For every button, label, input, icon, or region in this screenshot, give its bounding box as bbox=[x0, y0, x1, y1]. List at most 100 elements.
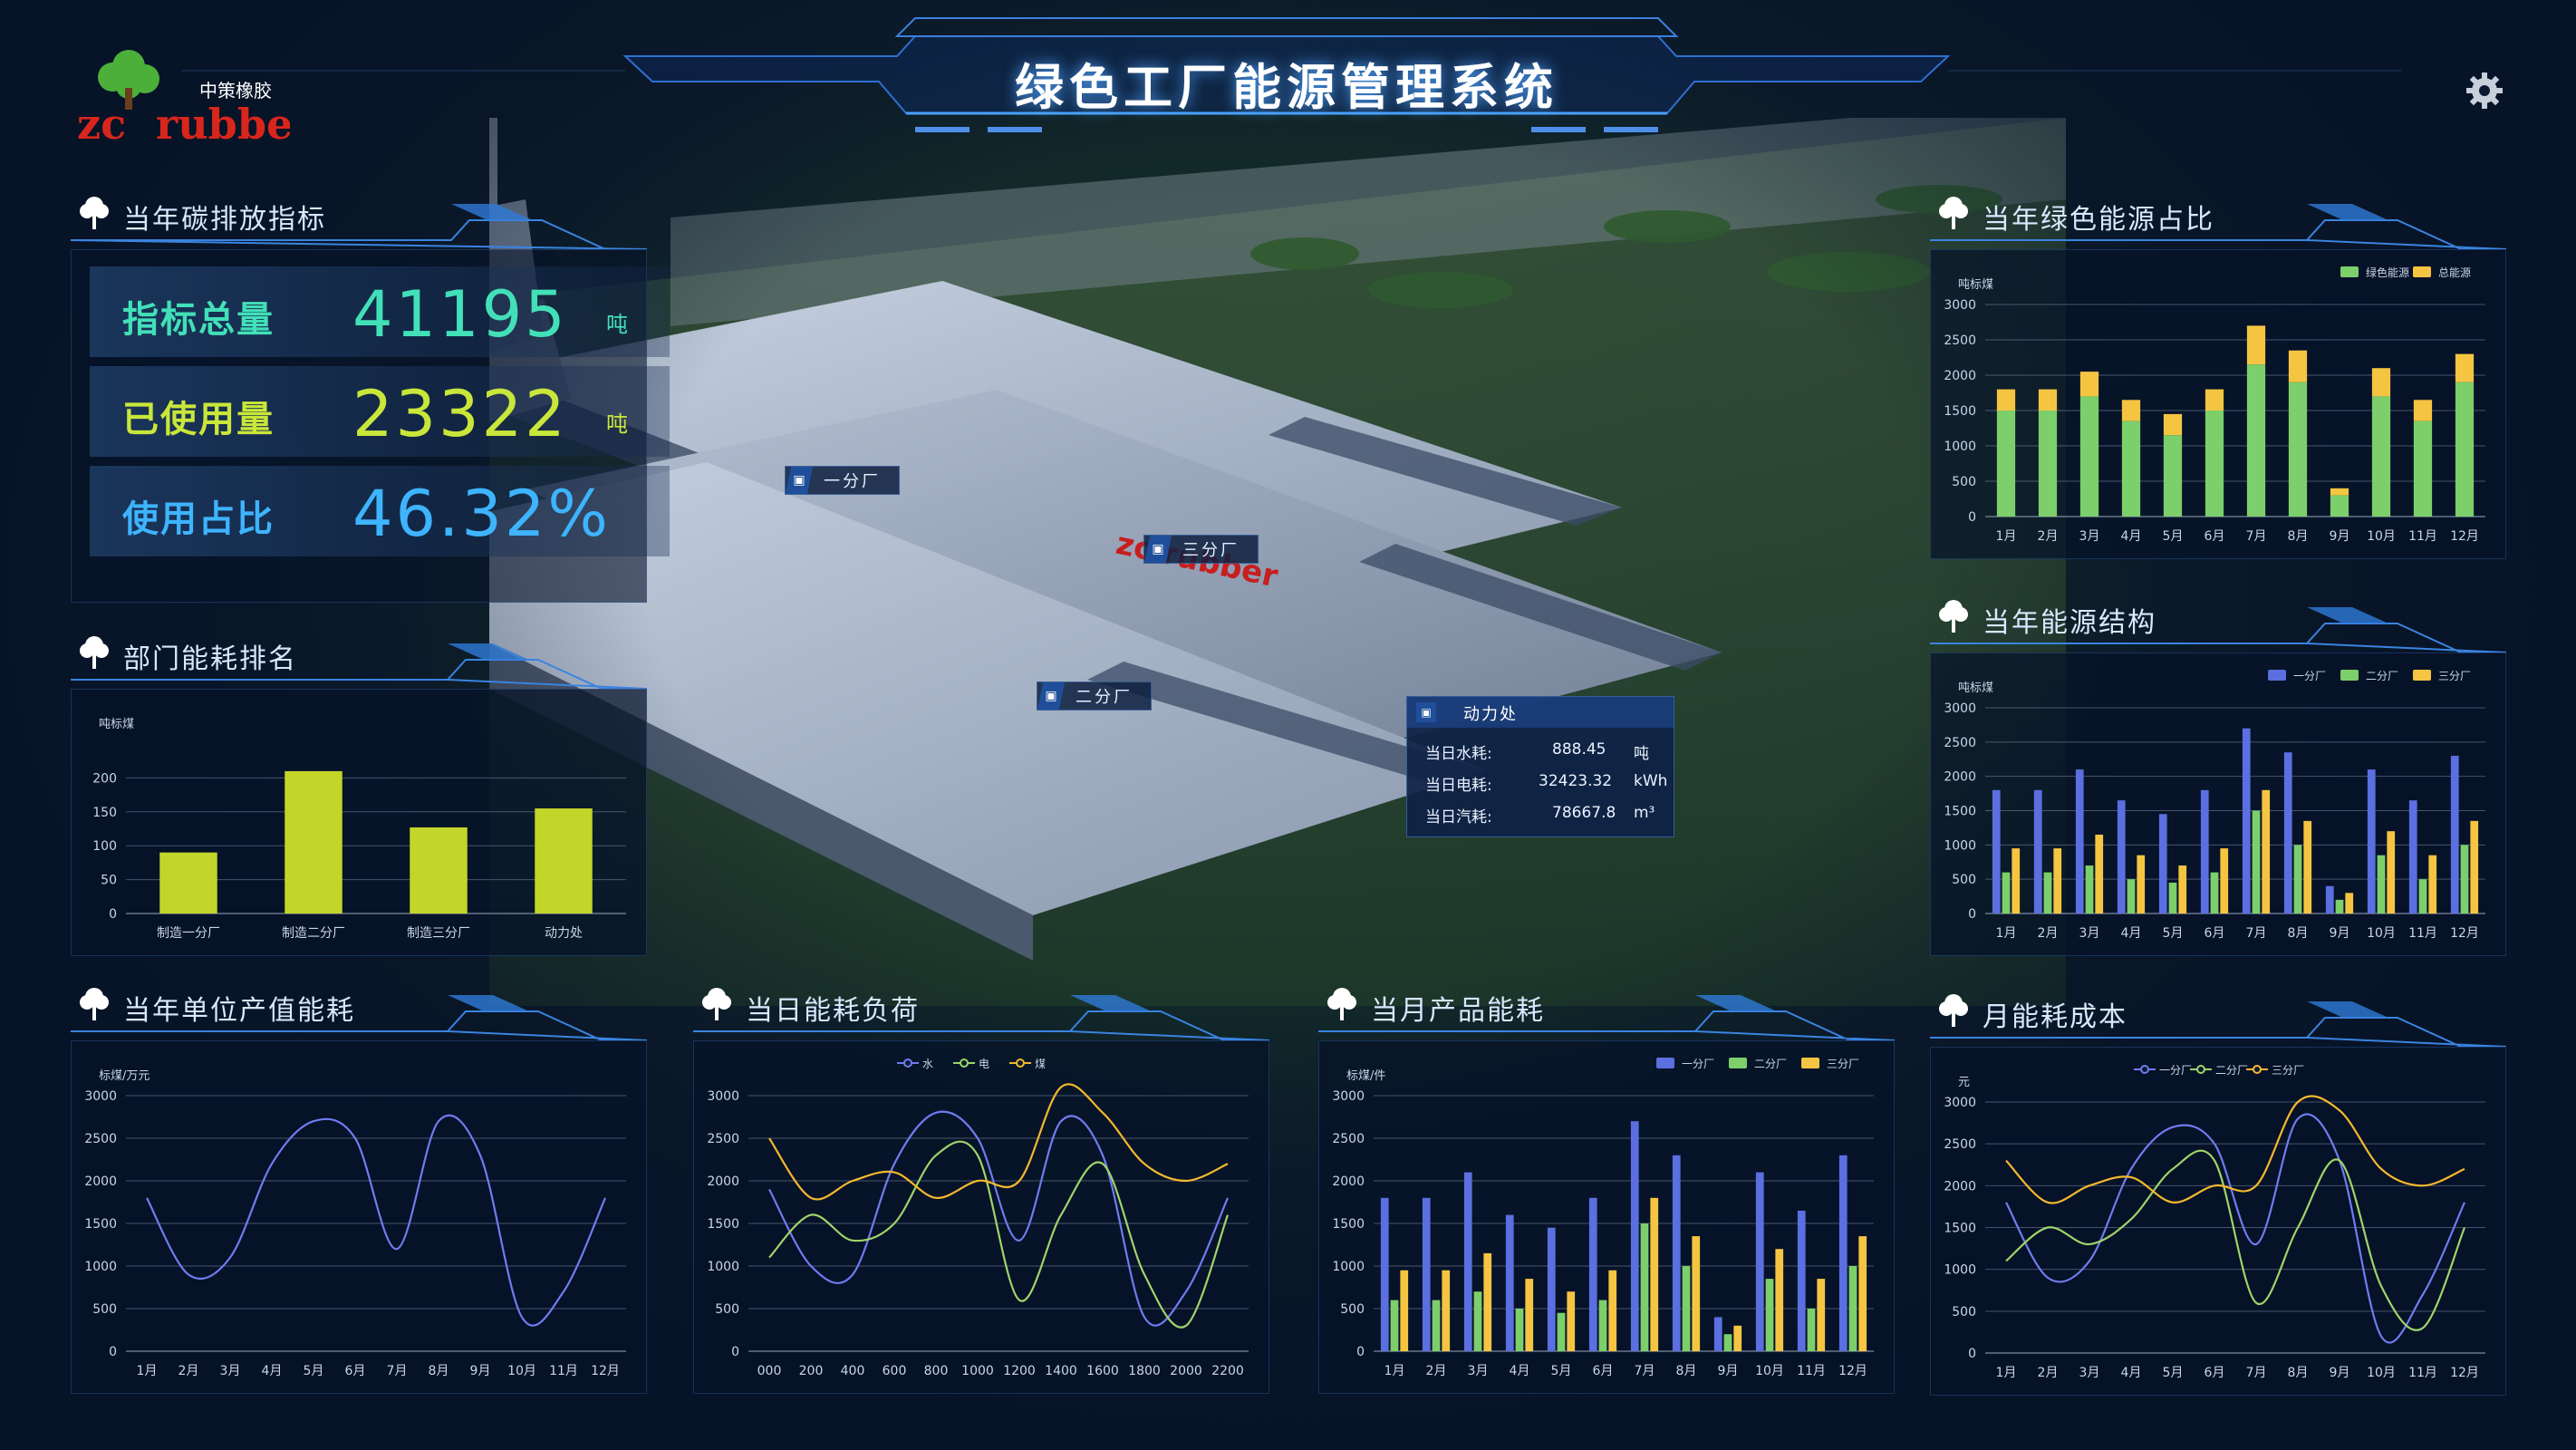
power-station-tooltip[interactable]: ▣ 动力处 当日水耗: 888.45 吨 当日电耗: 32423.32 kWh … bbox=[1406, 696, 1674, 837]
bar-green bbox=[2205, 411, 2224, 517]
x-tick-label: 3月 bbox=[2079, 926, 2100, 941]
month-product-energy-panel: 当月产品能耗 标煤/件 0 500 1000 1500 2000 2500 3000 1月 2月 3月… bbox=[1318, 977, 1895, 1394]
y-tick-label: 3000 bbox=[1332, 1089, 1365, 1104]
x-tick-label: 6月 bbox=[2205, 1366, 2225, 1380]
bar-total bbox=[2205, 389, 2224, 411]
tree-icon bbox=[76, 193, 112, 233]
panel-title: 当年绿色能源占比 bbox=[1983, 204, 2214, 236]
bar-三分厂 bbox=[2345, 893, 2354, 914]
tooltip-label: 当日电耗: bbox=[1425, 777, 1492, 795]
tree-icon bbox=[699, 984, 735, 1024]
x-tick-label: 2月 bbox=[2038, 529, 2059, 544]
line-三分厂 bbox=[2005, 1095, 2465, 1204]
x-tick-label: 3月 bbox=[2079, 529, 2100, 544]
y-axis-unit: 吨标煤 bbox=[1958, 682, 1993, 695]
panel-header: 部门能耗排名 bbox=[71, 625, 647, 689]
legend-label: 总能源 bbox=[2438, 266, 2471, 279]
bar-一分厂 bbox=[1797, 1210, 1806, 1351]
x-tick-label: 10月 bbox=[2367, 926, 2396, 941]
chart-structure: 吨标煤 0 500 1000 1500 2000 2500 3000 1月 2月 3月 4月 5月 6月 7… bbox=[1944, 670, 2485, 941]
y-tick-label: 2000 bbox=[1332, 1174, 1365, 1189]
energy-structure-panel: 当年能源结构吨标煤 0 500 1000 1500 2000 2500 3000 1月 2月 3月 4… bbox=[1930, 589, 2506, 956]
tree-icon bbox=[76, 984, 112, 1024]
bar-total bbox=[2288, 350, 2308, 382]
y-tick-label: 2500 bbox=[1332, 1132, 1365, 1146]
bar-一分厂 bbox=[1422, 1197, 1431, 1351]
bar-一分厂 bbox=[1755, 1172, 1764, 1351]
x-tick-label: 9月 bbox=[2330, 529, 2350, 544]
x-tick-label: 2200 bbox=[1211, 1364, 1244, 1378]
dashboard: { "title": "绿色工厂能源管理系统", "logo": {"cn": … bbox=[0, 0, 2576, 1450]
legend-label: 一分厂 bbox=[1682, 1058, 1714, 1070]
bar-二分厂 bbox=[1848, 1266, 1857, 1351]
bar-三分厂 bbox=[1525, 1279, 1534, 1351]
tooltip-value: 32423.32 bbox=[1539, 772, 1613, 790]
x-tick-label: 600 bbox=[883, 1364, 907, 1378]
bar bbox=[159, 852, 217, 914]
bar-二分厂 bbox=[2210, 872, 2219, 914]
panel-title: 当月产品能耗 bbox=[1371, 995, 1545, 1027]
building-label-1[interactable]: ▣ 一分厂 bbox=[785, 466, 900, 495]
bar-三分厂 bbox=[2012, 848, 2021, 914]
bar-三分厂 bbox=[1442, 1270, 1451, 1351]
bar-一分厂 bbox=[2367, 769, 2376, 914]
bar-二分厂 bbox=[2168, 882, 2177, 914]
bar-二分厂 bbox=[2293, 845, 2302, 914]
x-tick-label: 1月 bbox=[1996, 529, 2017, 544]
settings-gear-icon[interactable] bbox=[2465, 71, 2504, 111]
building-icon: ▣ bbox=[1144, 536, 1172, 563]
y-tick-label: 2500 bbox=[707, 1132, 739, 1146]
legend-marker bbox=[1016, 1058, 1025, 1068]
legend-swatch bbox=[2413, 670, 2431, 681]
x-tick-label: 9月 bbox=[2330, 926, 2350, 941]
bar-三分厂 bbox=[1400, 1270, 1409, 1351]
panel-header: 当年绿色能源占比 bbox=[1930, 186, 2506, 249]
x-tick-label: 7月 bbox=[2246, 529, 2267, 544]
bar-green bbox=[2038, 411, 2058, 517]
bar-total bbox=[2371, 368, 2391, 397]
carbon-unit: 吨 bbox=[606, 312, 628, 337]
carbon-label: 指标总量 bbox=[122, 299, 275, 341]
y-axis-unit: 标煤/件 bbox=[1346, 1069, 1385, 1083]
x-tick-label: 12月 bbox=[2450, 529, 2479, 544]
panel-title: 当年能源结构 bbox=[1983, 607, 2156, 639]
x-tick-label: 3月 bbox=[2079, 1366, 2100, 1380]
panel-body: 吨标煤 0 50 100 150 200 制造一分厂 制造二分厂 制造三分厂 动力处 bbox=[71, 689, 647, 956]
chart-cost: 元 0 500 1000 1500 2000 2500 3000 1月 2月 3月 4月 5月 6月 7月 8… bbox=[1944, 1064, 2485, 1380]
x-tick-label: 6月 bbox=[1593, 1364, 1614, 1378]
y-tick-label: 100 bbox=[92, 839, 117, 854]
y-tick-label: 1000 bbox=[1944, 440, 1976, 454]
legend-label: 二分厂 bbox=[2215, 1064, 2248, 1077]
y-tick-label: 1000 bbox=[1332, 1260, 1365, 1274]
legend-swatch bbox=[2268, 670, 2286, 681]
bar-三分厂 bbox=[2178, 865, 2187, 914]
x-tick-label: 7月 bbox=[1635, 1364, 1655, 1378]
bar-二分厂 bbox=[1390, 1300, 1399, 1351]
legend-marker bbox=[960, 1058, 969, 1068]
daily-load-panel: 当日能耗负荷 0 500 1000 1500 2000 2500 3000 000 200 400 6… bbox=[693, 977, 1269, 1394]
bar-三分厂 bbox=[2095, 834, 2104, 914]
bar-三分厂 bbox=[1733, 1325, 1742, 1351]
bar-total bbox=[1996, 389, 2016, 411]
x-tick-label: 6月 bbox=[2205, 926, 2225, 941]
x-tick-label: 6月 bbox=[2205, 529, 2225, 544]
legend-label: 煤 bbox=[1035, 1058, 1046, 1070]
bar-三分厂 bbox=[1692, 1236, 1701, 1351]
tooltip-label: 当日水耗: bbox=[1425, 745, 1492, 763]
dept-energy-ranking-panel: 部门能耗排名吨标煤 0 50 100 150 200 制造一分厂 制造二分厂 制造三分厂 动力处 bbox=[71, 625, 647, 956]
x-tick-label: 12月 bbox=[591, 1364, 620, 1378]
line-series bbox=[146, 1114, 607, 1327]
x-tick-label: 5月 bbox=[1551, 1364, 1572, 1378]
x-tick-label: 10月 bbox=[2367, 529, 2396, 544]
y-tick-label: 1500 bbox=[1332, 1217, 1365, 1232]
y-tick-label: 2500 bbox=[1944, 334, 1976, 348]
bar-一分厂 bbox=[1630, 1121, 1639, 1351]
panel-title: 部门能耗排名 bbox=[123, 643, 297, 675]
bar-一分厂 bbox=[2033, 789, 2042, 914]
tooltip-unit: m³ bbox=[1634, 804, 1655, 822]
building-label-2[interactable]: ▣ 二分厂 bbox=[1037, 682, 1152, 710]
legend-swatch bbox=[1729, 1058, 1747, 1068]
legend-label: 二分厂 bbox=[1754, 1058, 1787, 1070]
bar-三分厂 bbox=[1483, 1252, 1492, 1351]
building-label-3[interactable]: ▣ 三分厂 bbox=[1143, 535, 1259, 564]
